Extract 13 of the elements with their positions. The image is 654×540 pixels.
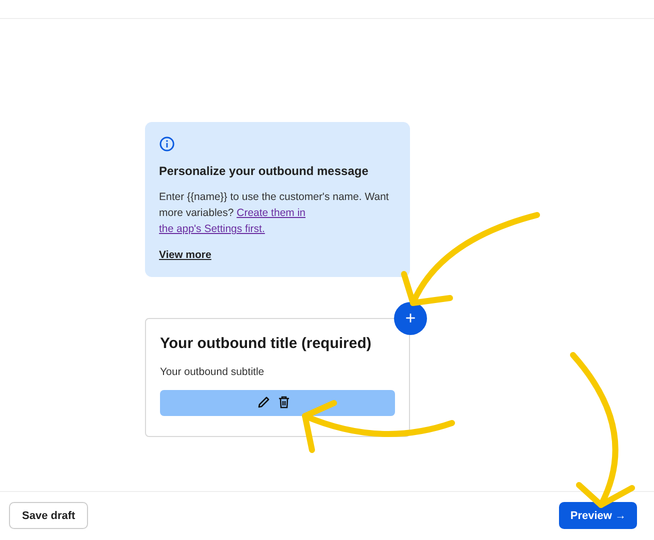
outbound-title: Your outbound title (required) [160, 334, 372, 354]
add-button[interactable]: + [394, 302, 427, 335]
settings-link[interactable]: Create them in [236, 207, 306, 219]
preview-button[interactable]: Preview → [559, 502, 637, 529]
outbound-subtitle: Your outbound subtitle [160, 365, 266, 379]
pencil-icon[interactable] [257, 395, 271, 409]
info-title: Personalize your outbound message [159, 163, 370, 179]
view-more-link[interactable]: View more [159, 249, 212, 261]
info-icon [159, 136, 175, 152]
trash-icon[interactable] [277, 395, 291, 409]
settings-link[interactable]: the app's Settings first. [159, 223, 265, 235]
save-draft-button[interactable]: Save draft [9, 502, 88, 529]
info-text: Enter {{name}} to use the customer's name. Want more variables? Create them in the app's Settings first. [159, 190, 390, 237]
